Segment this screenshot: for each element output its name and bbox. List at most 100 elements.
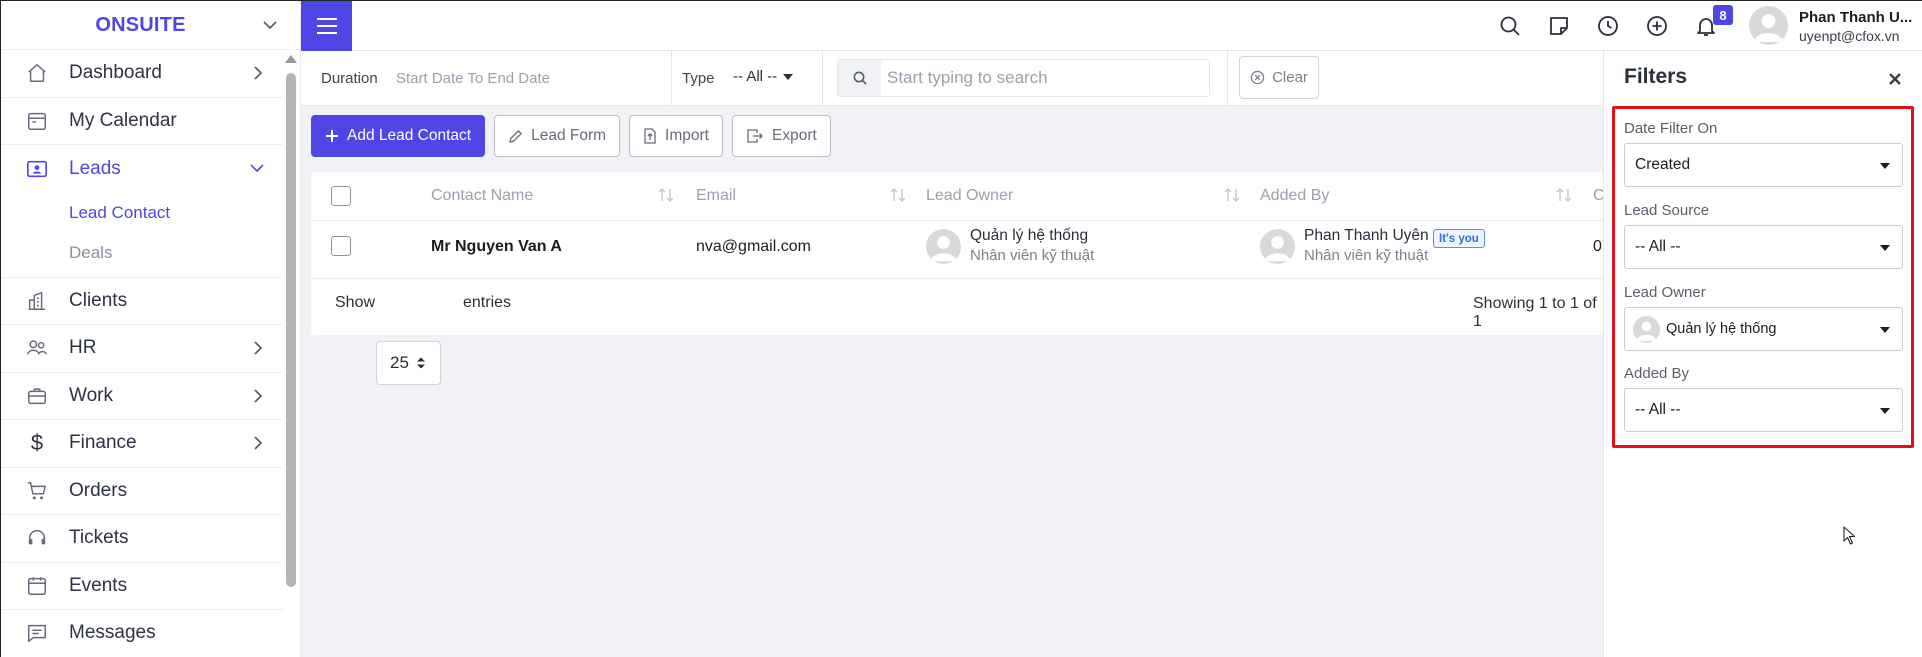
sidebar-item-orders[interactable]: Orders	[1, 468, 283, 515]
lead-owner-name[interactable]: Quản lý hệ thống	[970, 227, 1088, 245]
added-by-label: Added By	[1624, 365, 1690, 382]
import-button[interactable]: Import	[629, 115, 723, 157]
divider	[822, 51, 823, 106]
sidebar-item-label: Messages	[69, 622, 156, 644]
scroll-up-arrow-icon[interactable]	[285, 55, 297, 63]
export-label: Export	[771, 127, 817, 144]
export-button[interactable]: Export	[731, 115, 831, 157]
lead-source-value: -- All --	[1635, 238, 1681, 255]
date-filter-value: Created	[1635, 156, 1691, 173]
sidebar-subitem-deals[interactable]: Deals	[1, 233, 283, 273]
type-select-value: -- All --	[733, 68, 778, 85]
hamburger-menu-button[interactable]	[301, 1, 352, 51]
file-export-icon	[747, 129, 763, 143]
caret-down-icon	[783, 73, 794, 80]
headset-icon	[25, 526, 49, 550]
close-icon[interactable]	[1885, 69, 1905, 89]
sidebar-nav: Dashboard My Calendar Leads Lead Contact…	[1, 50, 283, 657]
clear-filters-button[interactable]: Clear	[1239, 56, 1319, 99]
sidebar-item-finance[interactable]: $ Finance	[1, 420, 283, 468]
user-name[interactable]: Phan Thanh U...	[1799, 9, 1912, 26]
column-header-truncated[interactable]: C	[1593, 172, 1603, 220]
column-header-added-by[interactable]: Added By	[1260, 172, 1329, 220]
sidebar-item-hr[interactable]: HR	[1, 325, 283, 373]
caret-down-icon	[1880, 327, 1890, 333]
search-icon[interactable]	[1498, 14, 1522, 38]
add-lead-contact-label: Add Lead Contact	[347, 127, 472, 144]
calendar-icon	[25, 109, 49, 133]
sidebar-item-label: Finance	[69, 432, 137, 454]
leads-submenu: Lead Contact Deals	[1, 193, 283, 278]
divider	[671, 51, 672, 106]
date-filter-select[interactable]: Created	[1624, 143, 1903, 187]
contact-name[interactable]: Mr Nguyen Van A	[431, 238, 562, 256]
sidebar-item-work[interactable]: Work	[1, 373, 283, 420]
main-content: Duration Start Date To End Date Type -- …	[301, 51, 1603, 657]
building-icon	[25, 289, 49, 313]
sidebar-item-tickets[interactable]: Tickets	[1, 515, 283, 563]
sticky-note-icon[interactable]	[1547, 14, 1571, 38]
search-input[interactable]	[881, 68, 1201, 88]
lead-form-button[interactable]: Lead Form	[494, 115, 621, 157]
chevron-down-icon[interactable]	[262, 17, 278, 33]
pencil-icon	[509, 129, 522, 143]
entries-per-page-select[interactable]: 25	[376, 341, 441, 385]
sidebar-scrollbar-thumb[interactable]	[286, 73, 296, 587]
filters-title: Filters	[1624, 65, 1688, 88]
sidebar-item-label: Events	[69, 574, 128, 596]
sidebar-item-messages[interactable]: Messages	[1, 610, 283, 657]
sort-icon[interactable]	[1555, 187, 1573, 203]
select-all-checkbox[interactable]	[331, 186, 351, 206]
duration-date-range[interactable]: Start Date To End Date	[396, 70, 550, 87]
dollar-icon: $	[30, 430, 44, 456]
column-header-email[interactable]: Email	[696, 172, 736, 220]
user-email: uyenpt@cfox.vn	[1799, 28, 1900, 44]
added-by-role: Nhân viên kỹ thuật	[1304, 247, 1429, 264]
chevron-right-icon	[251, 64, 265, 82]
row-divider	[311, 220, 1603, 221]
lead-owner-role: Nhân viên kỹ thuật	[970, 247, 1095, 264]
sidebar-item-leads[interactable]: Leads	[1, 145, 283, 193]
column-header-lead-owner[interactable]: Lead Owner	[926, 172, 1013, 220]
column-header-contact-name[interactable]: Contact Name	[431, 172, 533, 220]
add-circle-icon[interactable]	[1645, 14, 1669, 38]
sidebar-item-label: Clients	[69, 289, 128, 311]
row-checkbox[interactable]	[331, 236, 351, 256]
add-lead-contact-button[interactable]: Add Lead Contact	[311, 115, 486, 157]
type-select[interactable]: -- All --	[733, 68, 794, 85]
calendar-icon	[25, 574, 49, 598]
sidebar-subitem-lead-contact[interactable]: Lead Contact	[1, 193, 283, 233]
sort-icon[interactable]	[1223, 187, 1241, 203]
truncated-cell: 0	[1593, 238, 1602, 255]
sidebar-item-my-calendar[interactable]: My Calendar	[1, 98, 283, 145]
action-buttons: Add Lead Contact Lead Form Import Export	[311, 115, 831, 157]
sidebar-item-label: HR	[69, 337, 97, 359]
brand-logo-text: ONSUITE	[95, 13, 186, 36]
file-import-icon	[644, 128, 656, 144]
contact-email: nva@gmail.com	[696, 238, 811, 255]
sidebar-item-label: Work	[69, 384, 113, 406]
sidebar-item-clients[interactable]: Clients	[1, 278, 283, 325]
row-divider	[311, 278, 1603, 279]
top-header: 8 Phan Thanh U... uyenpt@cfox.vn	[301, 1, 1922, 51]
caret-down-icon	[1880, 408, 1890, 414]
lead-form-label: Lead Form	[531, 127, 607, 144]
plus-icon	[326, 130, 338, 142]
added-by-select[interactable]: -- All --	[1624, 388, 1903, 432]
user-avatar[interactable]	[1749, 6, 1788, 45]
search-icon[interactable]	[838, 60, 881, 96]
lead-source-select[interactable]: -- All --	[1624, 225, 1903, 269]
notification-count-badge: 8	[1713, 5, 1733, 25]
lead-owner-select[interactable]: Quản lý hệ thống	[1624, 307, 1903, 351]
sidebar-item-events[interactable]: Events	[1, 563, 283, 610]
contact-card-icon	[25, 157, 49, 181]
clock-icon[interactable]	[1596, 14, 1620, 38]
sort-icon[interactable]	[657, 187, 675, 203]
lead-owner-value: Quản lý hệ thống	[1666, 321, 1777, 337]
divider	[1227, 51, 1228, 106]
added-by-name[interactable]: Phan Thanh Uyên	[1304, 227, 1429, 245]
sidebar-item-dashboard[interactable]: Dashboard	[1, 50, 283, 98]
sort-icon[interactable]	[889, 187, 907, 203]
sidebar-item-label: Tickets	[69, 527, 129, 549]
date-filter-label: Date Filter On	[1624, 120, 1718, 137]
